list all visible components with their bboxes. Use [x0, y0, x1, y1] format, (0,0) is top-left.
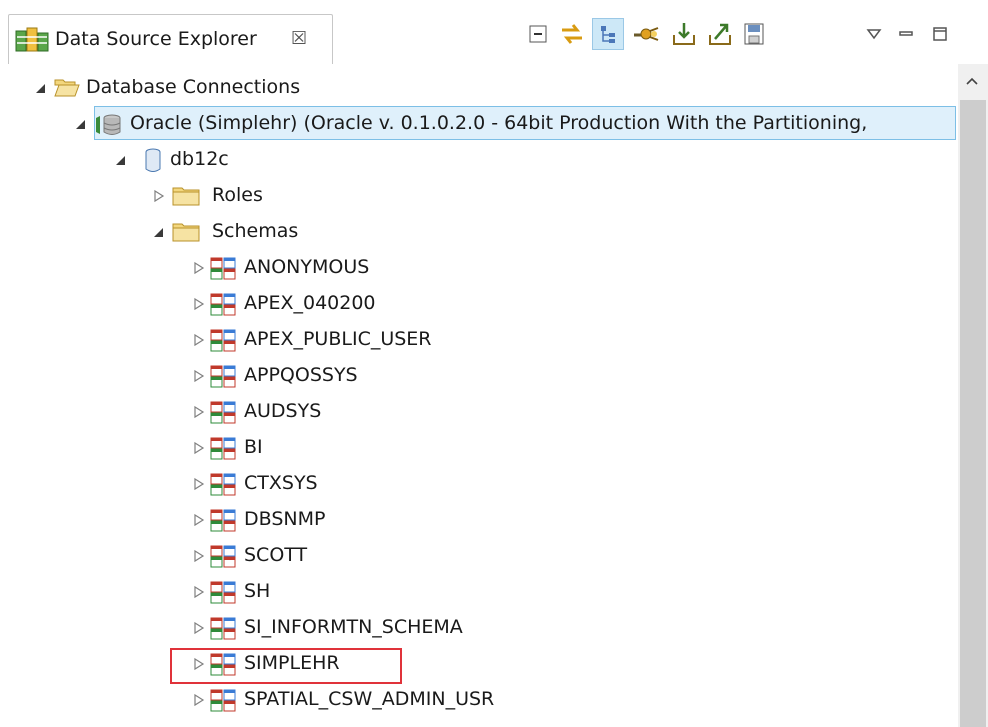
- schema-icon: [210, 616, 236, 645]
- tree-node-schema[interactable]: SI_INFORMTN_SCHEMA: [0, 610, 958, 646]
- view-menu-icon[interactable]: [858, 18, 890, 50]
- database-connection-icon: [94, 112, 122, 143]
- collapsed-arrow-icon[interactable]: [192, 331, 206, 347]
- collapsed-arrow-icon[interactable]: [192, 475, 206, 491]
- collapsed-arrow-icon[interactable]: [192, 691, 206, 707]
- vertical-scrollbar[interactable]: [958, 64, 988, 727]
- tree-node-schema[interactable]: SPATIAL_CSW_ADMIN_USR: [0, 682, 958, 718]
- scroll-up-icon[interactable]: [965, 74, 979, 90]
- collapsed-arrow-icon[interactable]: [192, 295, 206, 311]
- collapsed-arrow-icon[interactable]: [152, 187, 166, 203]
- expanded-arrow-icon[interactable]: [114, 151, 128, 167]
- data-source-explorer-view: Data Source Explorer ☒ Database Connecti…: [0, 0, 988, 727]
- tree-label: SCOTT: [244, 544, 308, 566]
- scrollbar-thumb[interactable]: [960, 100, 986, 727]
- tree-node-schema[interactable]: APEX_PUBLIC_USER: [0, 322, 958, 358]
- tree-label: APPQOSSYS: [244, 364, 358, 386]
- connections-tree: Database Connections Oracle (Simplehr) (…: [0, 64, 958, 727]
- tree-node-schema[interactable]: DBSNMP: [0, 502, 958, 538]
- schema-icon: [210, 400, 236, 429]
- schema-icon: [210, 292, 236, 321]
- folder-icon: [172, 184, 200, 211]
- tree-label: SH: [244, 580, 271, 602]
- open-folder-icon: [54, 76, 80, 103]
- expanded-arrow-icon[interactable]: [34, 79, 48, 95]
- tree-node-oracle-connection[interactable]: Oracle (Simplehr) (Oracle v. 0.1.0.2.0 -…: [0, 106, 958, 142]
- tree-node-roles[interactable]: Roles: [0, 178, 958, 214]
- collapsed-arrow-icon[interactable]: [192, 367, 206, 383]
- maximize-icon[interactable]: [924, 18, 956, 50]
- expanded-arrow-icon[interactable]: [152, 223, 166, 239]
- link-with-editor-icon[interactable]: [556, 18, 588, 50]
- tree-label: db12c: [170, 148, 229, 170]
- schema-icon: [210, 364, 236, 393]
- tree-label: ANONYMOUS: [244, 256, 370, 278]
- schema-icon: [210, 472, 236, 501]
- tree-label: Oracle (Simplehr) (Oracle v. 0.1.0.2.0 -…: [130, 112, 868, 134]
- tree-label: SPATIAL_CSW_ADMIN_USR: [244, 688, 495, 710]
- expanded-arrow-icon[interactable]: [74, 115, 88, 131]
- schema-icon: [210, 436, 236, 465]
- tree-node-schema[interactable]: ANONYMOUS: [0, 250, 958, 286]
- collapsed-arrow-icon[interactable]: [192, 511, 206, 527]
- tree-label: BI: [244, 436, 263, 458]
- tree-node-database[interactable]: db12c: [0, 142, 958, 178]
- annotation-highlight-box: [170, 648, 402, 684]
- collapsed-arrow-icon[interactable]: [192, 259, 206, 275]
- export-icon[interactable]: [704, 18, 736, 50]
- tree-label: AUDSYS: [244, 400, 322, 422]
- tree-node-schema[interactable]: BI: [0, 430, 958, 466]
- tree-node-schema[interactable]: CTXSYS: [0, 466, 958, 502]
- tree-node-schema[interactable]: SCOTT: [0, 538, 958, 574]
- tree-node-schema[interactable]: APEX_040200: [0, 286, 958, 322]
- new-connection-icon[interactable]: [630, 18, 662, 50]
- tree-node-database-connections[interactable]: Database Connections: [0, 70, 958, 106]
- tree-label: APEX_040200: [244, 292, 376, 314]
- tree-label: CTXSYS: [244, 472, 318, 494]
- save-icon[interactable]: [738, 18, 770, 50]
- collapsed-arrow-icon[interactable]: [192, 583, 206, 599]
- collapsed-arrow-icon[interactable]: [192, 439, 206, 455]
- tree-label: Roles: [212, 184, 263, 206]
- tree-label: APEX_PUBLIC_USER: [244, 328, 432, 350]
- tree-node-schema[interactable]: SH: [0, 574, 958, 610]
- view-tab-title: Data Source Explorer: [55, 28, 257, 50]
- schema-icon: [210, 544, 236, 573]
- tree-label: DBSNMP: [244, 508, 326, 530]
- schema-icon: [210, 688, 236, 717]
- tree-label: Database Connections: [86, 76, 301, 98]
- collapsed-arrow-icon[interactable]: [192, 619, 206, 635]
- folder-icon: [172, 220, 200, 247]
- close-icon[interactable]: ☒: [291, 28, 307, 49]
- database-icon: [144, 148, 162, 179]
- tree-node-schema[interactable]: AUDSYS: [0, 394, 958, 430]
- collapsed-arrow-icon[interactable]: [192, 403, 206, 419]
- schema-icon: [210, 580, 236, 609]
- schema-icon: [210, 256, 236, 285]
- tree-label: SI_INFORMTN_SCHEMA: [244, 616, 463, 638]
- data-source-explorer-icon: [15, 25, 49, 60]
- schema-icon: [210, 508, 236, 537]
- tree-node-schemas[interactable]: Schemas: [0, 214, 958, 250]
- schema-icon: [210, 328, 236, 357]
- view-tab[interactable]: Data Source Explorer ☒: [8, 14, 333, 64]
- tree-node-schema[interactable]: APPQOSSYS: [0, 358, 958, 394]
- minimize-icon[interactable]: [890, 18, 922, 50]
- collapse-all-icon[interactable]: [522, 18, 554, 50]
- tree-label: Schemas: [212, 220, 299, 242]
- tree-node-schema-simplehr[interactable]: SIMPLEHR: [0, 646, 958, 682]
- show-hierarchy-icon[interactable]: [592, 18, 624, 50]
- view-header: Data Source Explorer ☒: [0, 0, 988, 64]
- import-icon[interactable]: [668, 18, 700, 50]
- collapsed-arrow-icon[interactable]: [192, 547, 206, 563]
